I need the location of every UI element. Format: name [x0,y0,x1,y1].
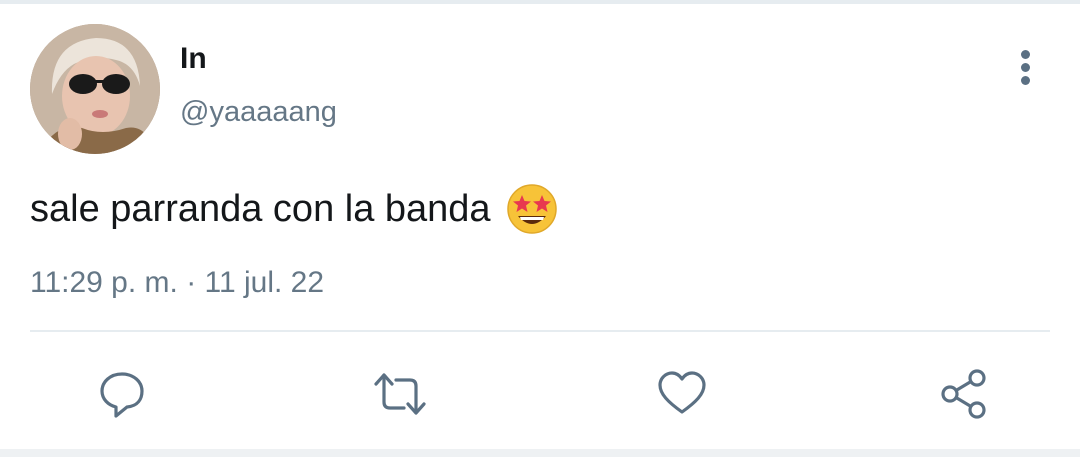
retweet-icon [374,373,426,415]
reply-icon [100,372,144,418]
tweet-timestamp[interactable]: 11:29 p. m. · 11 jul. 22 [30,266,324,300]
share-button[interactable] [936,366,992,422]
tweet-text: sale parranda con la banda [30,187,491,230]
share-icon [941,369,986,419]
tweet-text-row: sale parranda con la banda [30,182,559,236]
heart-icon [658,371,706,414]
author-handle[interactable]: @yaaaaang [180,96,337,129]
like-button[interactable] [654,366,710,422]
star-struck-emoji-icon [506,184,557,234]
tweet-card: In @yaaaaang sale parranda con la banda … [0,0,1080,457]
retweet-button[interactable] [372,366,428,422]
profile-photo-icon [30,24,160,154]
avatar[interactable] [30,24,160,154]
reply-button[interactable] [94,366,150,422]
more-options-icon[interactable] [1010,48,1042,88]
divider [30,330,1050,332]
author-name[interactable]: In [180,42,207,76]
